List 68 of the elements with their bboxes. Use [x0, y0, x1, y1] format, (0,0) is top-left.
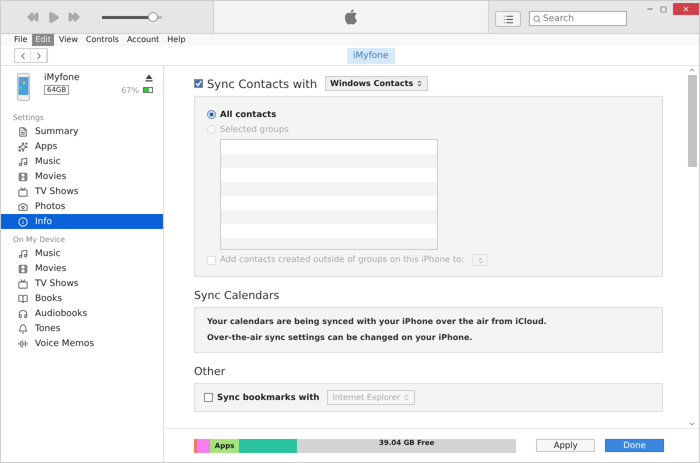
info-icon	[18, 216, 28, 226]
sidebar-item[interactable]: Audiobooks	[1, 306, 163, 321]
sidebar-item[interactable]: Tones	[1, 321, 163, 336]
scroll-down-icon[interactable]	[688, 420, 696, 428]
radio-label: Selected groups	[220, 124, 289, 134]
battery-percent: 67%	[121, 86, 139, 94]
sidebar-item[interactable]: Music	[1, 246, 163, 261]
info-text: Your calendars are being synced with your iPhone over the air from iCloud.	[207, 316, 548, 328]
film-icon	[18, 172, 28, 182]
volume-thumb[interactable]	[148, 12, 158, 22]
close-icon	[682, 5, 690, 13]
document-icon	[18, 126, 28, 136]
list-view-button[interactable]	[495, 11, 521, 27]
menu-item[interactable]: Controls	[82, 34, 122, 46]
search-field[interactable]: Search	[529, 11, 627, 26]
apply-button[interactable]: Apply	[536, 439, 596, 452]
book-icon	[18, 294, 28, 304]
menu-item[interactable]: File	[11, 34, 30, 46]
section-title: Sync Calendars	[194, 289, 280, 302]
music-note-icon	[18, 248, 28, 258]
maximize-icon[interactable]	[660, 6, 667, 12]
bookmarks-checkbox[interactable]	[204, 393, 213, 402]
menu-item[interactable]: Account	[124, 34, 162, 46]
radio-button[interactable]	[207, 110, 216, 119]
scrollbar-thumb[interactable]	[688, 75, 696, 167]
eject-icon[interactable]	[145, 74, 153, 82]
sidebar-item[interactable]: Photos	[1, 199, 163, 214]
audio-lines-icon	[18, 338, 28, 348]
bell-icon	[18, 324, 28, 334]
apple-logo-icon	[344, 9, 358, 25]
sync-contacts-label: Sync Contacts with	[207, 76, 318, 90]
contacts-source-select[interactable]: Windows Contacts	[325, 76, 428, 91]
sidebar-item[interactable]: Voice Memos	[1, 336, 163, 351]
camera-icon	[18, 202, 28, 212]
radio-label: All contacts	[220, 110, 276, 120]
menu-item[interactable]: Help	[164, 34, 189, 46]
headphones-icon	[18, 308, 28, 318]
menu-item[interactable]: View	[56, 34, 81, 46]
play-icon[interactable]	[47, 10, 60, 24]
info-text: Over-the-air sync settings can be changed on your iPhone.	[207, 332, 474, 344]
sparkle-icon	[18, 142, 28, 152]
done-button[interactable]: Done	[605, 439, 664, 452]
music-note-icon	[18, 156, 28, 166]
bookmarks-label: Sync bookmarks with	[217, 392, 320, 402]
updown-icon	[403, 394, 410, 401]
sidebar-item[interactable]: Movies	[1, 169, 163, 184]
tv-icon	[18, 186, 28, 196]
sidebar-item[interactable]: TV Shows	[1, 184, 163, 199]
sidebar-item[interactable]: Info	[1, 214, 163, 229]
updown-icon	[416, 80, 424, 87]
sidebar-item[interactable]: Music	[1, 154, 163, 169]
phone-icon	[17, 73, 30, 101]
tv-icon	[18, 278, 28, 288]
section-title: Other	[194, 365, 226, 378]
sidebar-item[interactable]: Apps	[1, 139, 163, 154]
add-outside-label: Add contacts created outside of groups on this iPhone to:	[220, 255, 464, 265]
film-icon	[18, 264, 28, 274]
fast-forward-icon[interactable]	[68, 11, 80, 23]
sidebar-item[interactable]: Movies	[1, 261, 163, 276]
sidebar-item[interactable]: Books	[1, 291, 163, 306]
rewind-icon[interactable]	[27, 11, 39, 23]
close-button[interactable]	[673, 3, 699, 15]
search-icon	[533, 14, 541, 22]
sidebar-item[interactable]: Summary	[1, 124, 163, 139]
scroll-up-icon[interactable]	[688, 66, 696, 74]
device-name: iMyfone	[44, 73, 80, 83]
updown-icon	[476, 256, 484, 264]
sidebar-item[interactable]: TV Shows	[1, 276, 163, 291]
